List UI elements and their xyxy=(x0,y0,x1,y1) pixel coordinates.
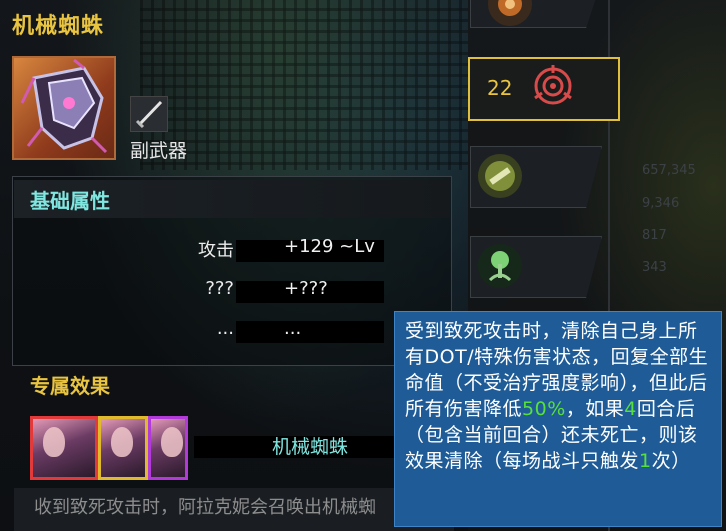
bone-icon xyxy=(478,154,522,198)
character-portrait-gold[interactable] xyxy=(98,416,148,480)
background-number: 657,345 xyxy=(642,163,696,178)
exclusive-effect-title: 专属效果 xyxy=(30,374,110,398)
item-icon[interactable] xyxy=(12,56,116,160)
target-icon xyxy=(531,64,575,108)
mechanical-spider-icon xyxy=(20,58,108,154)
round-count-value: 4 xyxy=(624,398,637,420)
background-number: 9,346 xyxy=(642,196,680,211)
tree-icon xyxy=(478,244,522,288)
background-number: 817 xyxy=(642,228,667,243)
character-portrait-purple[interactable] xyxy=(148,416,188,480)
trigger-count-value: 1 xyxy=(639,450,652,472)
character-portrait-red[interactable] xyxy=(30,416,98,480)
effect-name: 机械蜘蛛 xyxy=(272,436,349,458)
dagger-icon xyxy=(130,96,168,132)
stat-name-more: ... xyxy=(216,318,234,339)
tooltip-text-part: ，如果 xyxy=(565,398,625,420)
effect-tooltip: 受到致死攻击时，清除自己身上所有DOT/特殊伤害状态，回复全部生命值（不受治疗强… xyxy=(394,311,722,527)
pixel-grid-decoration xyxy=(140,0,468,170)
basic-attributes-title: 基础属性 xyxy=(30,189,110,213)
tooltip-text: 受到致死攻击时，清除自己身上所有DOT/特殊伤害状态，回复全部生命值（不受治疗强… xyxy=(405,318,711,474)
weapon-type-label: 副武器 xyxy=(130,140,188,162)
tooltip-text-part: 次） xyxy=(651,450,691,472)
background-number: 343 xyxy=(642,260,667,275)
damage-reduction-value: 50% xyxy=(522,398,566,420)
stat-value-more: ... xyxy=(284,318,302,339)
stat-bar xyxy=(236,321,384,343)
stat-name-attack: 攻击 xyxy=(198,240,234,261)
effect-description: 收到致死攻击时，阿拉克妮会召唤出机械蜘 xyxy=(34,497,376,518)
stat-name-unknown: ??? xyxy=(205,278,234,299)
stat-value-attack: +129 ~Lv xyxy=(284,236,375,257)
slot-count: 22 xyxy=(487,76,513,100)
stat-value-unknown: +??? xyxy=(284,278,328,299)
item-title: 机械蜘蛛 xyxy=(12,14,105,39)
